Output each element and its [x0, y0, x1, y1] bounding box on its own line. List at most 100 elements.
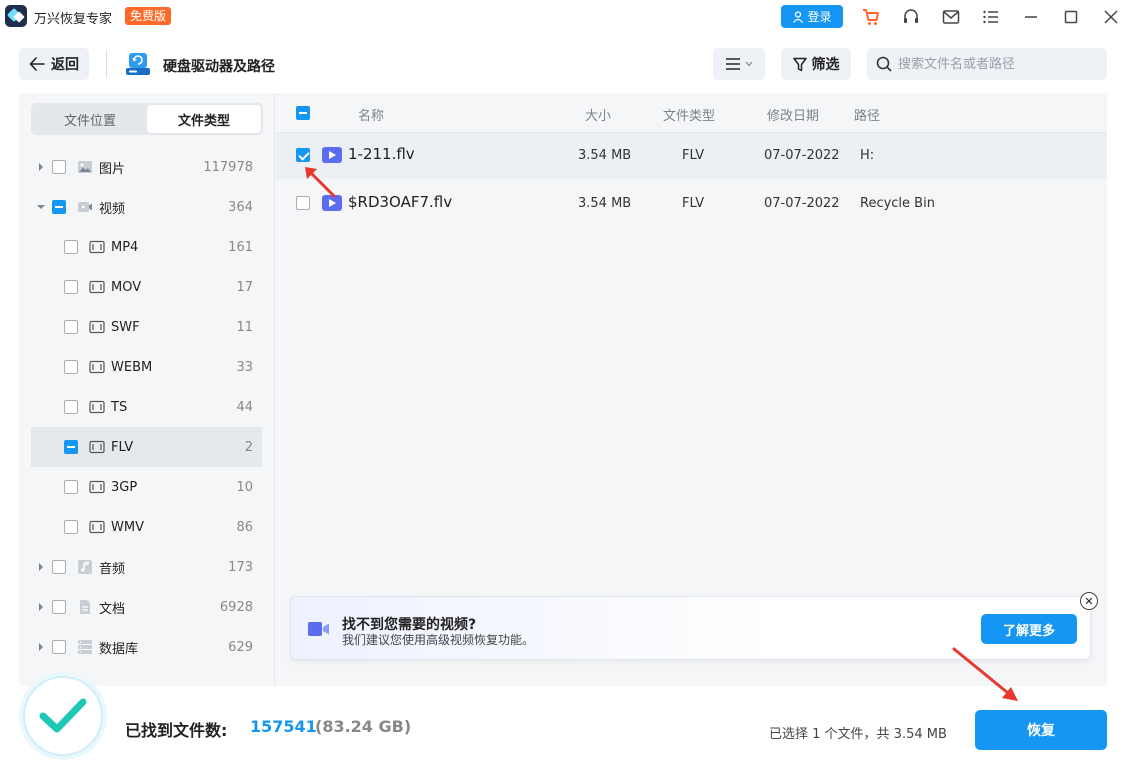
tree-item-3gp[interactable]: 3GP 10	[31, 467, 262, 507]
tree-item-video[interactable]: 视频 364	[31, 187, 262, 227]
recover-button[interactable]: 恢复	[975, 710, 1107, 750]
file-size: 3.54 MB	[578, 148, 632, 163]
file-type: FLV	[682, 196, 705, 211]
checkbox[interactable]	[52, 560, 66, 574]
view-mode-button[interactable]	[713, 48, 765, 80]
checkbox[interactable]	[64, 240, 78, 254]
tree-item-mov[interactable]: MOV 17	[31, 267, 262, 307]
collapse-arrow-icon[interactable]	[37, 205, 45, 209]
back-button[interactable]: 返回	[19, 48, 89, 80]
headset-support-icon[interactable]	[900, 6, 922, 28]
toolbar-divider	[106, 50, 107, 78]
video-file-icon	[89, 360, 105, 374]
tree-item-count: 364	[228, 199, 253, 215]
tree-item-documents[interactable]: 文档 6928	[31, 587, 262, 627]
video-file-icon	[89, 400, 105, 414]
search-box[interactable]	[867, 48, 1107, 80]
checkbox[interactable]	[64, 280, 78, 294]
tree-item-mp4[interactable]: MP4 161	[31, 227, 262, 267]
tree-item-swf[interactable]: SWF 11	[31, 307, 262, 347]
tree-item-count: 10	[236, 479, 253, 495]
tree-item-label: MP4	[111, 239, 139, 255]
video-file-icon	[322, 147, 342, 163]
login-button[interactable]: 登录	[781, 5, 843, 28]
selection-summary: 已选择 1 个文件，共 3.54 MB	[769, 727, 947, 742]
file-name: $RD3OAF7.flv	[348, 193, 453, 211]
tree-item-images[interactable]: 图片 117978	[31, 147, 262, 187]
arrow-left-icon	[29, 57, 45, 71]
checkbox[interactable]	[64, 320, 78, 334]
column-header-size[interactable]: 大小	[585, 105, 611, 124]
tree-item-webm[interactable]: WEBM 33	[31, 347, 262, 387]
banner-close-icon[interactable]: ✕	[1080, 592, 1098, 610]
checkbox[interactable]	[52, 160, 66, 174]
tree-item-count: 44	[236, 399, 253, 415]
file-size: 3.54 MB	[578, 196, 632, 211]
expand-arrow-icon[interactable]	[39, 563, 43, 571]
funnel-icon	[792, 57, 807, 71]
column-header-type[interactable]: 文件类型	[663, 105, 715, 124]
tree-item-label: 视频	[99, 201, 126, 217]
checkbox[interactable]	[52, 640, 66, 654]
search-input[interactable]	[898, 56, 1098, 72]
tree-item-label: 3GP	[111, 479, 138, 495]
column-header-path[interactable]: 路径	[854, 105, 880, 124]
tree-item-ts[interactable]: TS 44	[31, 387, 262, 427]
tree-item-count: 2	[244, 439, 253, 455]
tree-item-flv[interactable]: FLV 2	[31, 427, 262, 467]
minimize-icon[interactable]	[1020, 6, 1042, 28]
tree-item-label: SWF	[111, 319, 140, 335]
audio-icon	[78, 560, 92, 574]
tree-item-label: WEBM	[111, 359, 153, 375]
select-all-checkbox[interactable]	[296, 106, 310, 120]
tree-item-wmv[interactable]: WMV 86	[31, 507, 262, 547]
close-icon[interactable]	[1100, 6, 1122, 28]
user-icon	[793, 10, 804, 23]
filter-button[interactable]: 筛选	[781, 48, 851, 80]
checkbox[interactable]	[64, 480, 78, 494]
tab-file-location[interactable]: 文件位置	[33, 105, 147, 133]
tree-item-count: 33	[236, 359, 253, 375]
tree-item-label: 音频	[99, 561, 126, 577]
maximize-icon[interactable]	[1060, 6, 1082, 28]
scan-complete-badge	[23, 676, 103, 756]
row-checkbox[interactable]	[296, 148, 310, 162]
tree-item-count: 11	[236, 319, 253, 335]
sidebar-tab-switch: 文件位置 文件类型	[31, 103, 263, 135]
expand-arrow-icon[interactable]	[39, 643, 43, 651]
tree-item-audio[interactable]: 音频 173	[31, 547, 262, 587]
tab-file-type[interactable]: 文件类型	[147, 105, 261, 133]
file-row[interactable]: $RD3OAF7.flv 3.54 MB FLV 07-07-2022 Recy…	[276, 181, 1107, 227]
checkbox[interactable]	[64, 440, 78, 454]
tree-item-label: MOV	[111, 279, 142, 295]
expand-arrow-icon[interactable]	[39, 163, 43, 171]
tree-item-label: 文档	[99, 601, 126, 617]
checkbox[interactable]	[64, 520, 78, 534]
tree-item-label: 图片	[99, 161, 126, 177]
video-camera-icon	[308, 622, 329, 636]
column-header-name[interactable]: 名称	[358, 105, 384, 124]
checkbox[interactable]	[64, 360, 78, 374]
tree-item-database[interactable]: 数据库 629	[31, 627, 262, 667]
tree-item-count: 117978	[203, 159, 253, 175]
free-version-badge: 免费版	[125, 7, 172, 25]
tree-item-count: 6928	[219, 599, 253, 615]
title-bar: 万兴恢复专家 免费版 登录	[0, 0, 1126, 34]
checkbox[interactable]	[52, 200, 66, 214]
column-header-date[interactable]: 修改日期	[767, 105, 819, 124]
cart-icon[interactable]	[860, 6, 882, 28]
search-icon	[876, 56, 892, 72]
expand-arrow-icon[interactable]	[39, 603, 43, 611]
tree-item-label: TS	[111, 399, 128, 415]
checkbox[interactable]	[52, 600, 66, 614]
mail-icon[interactable]	[940, 6, 962, 28]
found-files-label: 已找到文件数:	[125, 721, 228, 740]
tree-item-label: WMV	[111, 519, 144, 535]
learn-more-button[interactable]: 了解更多	[981, 614, 1077, 644]
menu-list-icon[interactable]	[980, 6, 1002, 28]
file-row[interactable]: 1-211.flv 3.54 MB FLV 07-07-2022 H:	[276, 133, 1107, 179]
tree-item-label: FLV	[111, 439, 134, 455]
chevron-down-icon	[745, 61, 753, 67]
checkbox[interactable]	[64, 400, 78, 414]
annotation-arrow-icon	[305, 167, 336, 198]
